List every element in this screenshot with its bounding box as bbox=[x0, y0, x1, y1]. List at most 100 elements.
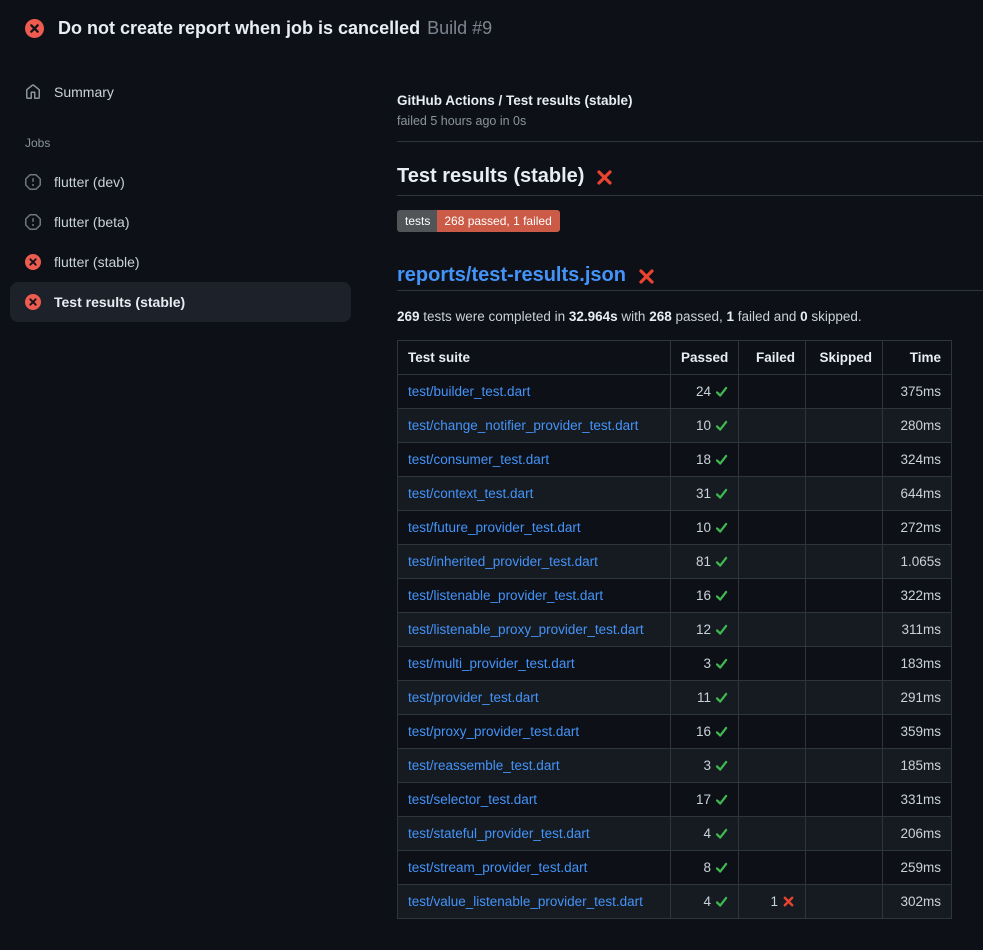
summary-number: 32.964s bbox=[569, 309, 618, 324]
sidebar-item-flutter-stable[interactable]: flutter (stable) bbox=[10, 242, 351, 282]
sidebar-item-label: flutter (stable) bbox=[54, 254, 140, 270]
test-summary-line: 269 tests were completed in 32.964s with… bbox=[397, 309, 983, 324]
skipped-cell bbox=[806, 409, 883, 443]
test-suite-link[interactable]: test/consumer_test.dart bbox=[408, 452, 549, 467]
jobs-list: flutter (dev)flutter (beta) flutter (stab… bbox=[10, 162, 351, 322]
section-title: Test results (stable) bbox=[397, 165, 983, 188]
stop-cancelled-icon bbox=[25, 214, 41, 230]
sidebar-item-flutter-beta[interactable]: flutter (beta) bbox=[10, 202, 351, 242]
test-suite-link[interactable]: test/listenable_proxy_provider_test.dart bbox=[408, 622, 644, 637]
test-suite-link[interactable]: test/listenable_provider_test.dart bbox=[408, 588, 603, 603]
time-cell: 206ms bbox=[883, 817, 952, 851]
tests-status-badge: tests 268 passed, 1 failed bbox=[397, 210, 560, 232]
test-suite-link[interactable]: test/future_provider_test.dart bbox=[408, 520, 581, 535]
failed-cell bbox=[739, 443, 806, 477]
test-suite-link[interactable]: test/provider_test.dart bbox=[408, 690, 539, 705]
failed-cell bbox=[739, 409, 806, 443]
passed-cell: 81 bbox=[671, 545, 739, 579]
x-circle-fail-icon bbox=[25, 294, 41, 310]
passed-cell: 3 bbox=[671, 749, 739, 783]
breadcrumb: GitHub Actions / Test results (stable) bbox=[397, 93, 983, 108]
time-cell: 322ms bbox=[883, 579, 952, 613]
passed-cell: 12 bbox=[671, 613, 739, 647]
skipped-cell bbox=[806, 885, 883, 919]
suite-cell: test/proxy_provider_test.dart bbox=[398, 715, 671, 749]
test-suite-link[interactable]: test/selector_test.dart bbox=[408, 792, 537, 807]
passed-cell: 16 bbox=[671, 715, 739, 749]
summary-text: failed and bbox=[734, 309, 800, 324]
passed-cell: 10 bbox=[671, 409, 739, 443]
passed-cell: 10 bbox=[671, 511, 739, 545]
test-suite-link[interactable]: test/multi_provider_test.dart bbox=[408, 656, 575, 671]
failed-cell bbox=[739, 715, 806, 749]
suite-cell: test/stateful_provider_test.dart bbox=[398, 817, 671, 851]
failed-cell bbox=[739, 749, 806, 783]
test-suite-link[interactable]: test/inherited_provider_test.dart bbox=[408, 554, 598, 569]
skipped-cell bbox=[806, 851, 883, 885]
table-row: test/inherited_provider_test.dart811.065… bbox=[398, 545, 952, 579]
table-row: test/multi_provider_test.dart3183ms bbox=[398, 647, 952, 681]
report-file-link[interactable]: reports/test-results.json bbox=[397, 264, 626, 287]
test-suite-link[interactable]: test/reassemble_test.dart bbox=[408, 758, 560, 773]
failed-cell bbox=[739, 579, 806, 613]
table-row: test/stateful_provider_test.dart4206ms bbox=[398, 817, 952, 851]
passed-cell: 18 bbox=[671, 443, 739, 477]
summary-number: 0 bbox=[800, 309, 808, 324]
time-cell: 375ms bbox=[883, 375, 952, 409]
time-cell: 311ms bbox=[883, 613, 952, 647]
skipped-cell bbox=[806, 783, 883, 817]
passed-cell: 31 bbox=[671, 477, 739, 511]
skipped-cell bbox=[806, 375, 883, 409]
failed-cell bbox=[739, 477, 806, 511]
sidebar-item-summary[interactable]: Summary bbox=[10, 72, 351, 112]
x-circle-fail-icon bbox=[25, 19, 44, 38]
skipped-cell bbox=[806, 647, 883, 681]
suite-cell: test/builder_test.dart bbox=[398, 375, 671, 409]
test-suite-link[interactable]: test/stream_provider_test.dart bbox=[408, 860, 587, 875]
divider bbox=[397, 290, 983, 291]
test-suite-link[interactable]: test/context_test.dart bbox=[408, 486, 533, 501]
failed-cell bbox=[739, 545, 806, 579]
table-row: test/reassemble_test.dart3185ms bbox=[398, 749, 952, 783]
suite-cell: test/consumer_test.dart bbox=[398, 443, 671, 477]
passed-cell: 16 bbox=[671, 579, 739, 613]
table-row: test/future_provider_test.dart10272ms bbox=[398, 511, 952, 545]
table-row: test/proxy_provider_test.dart 16 359ms bbox=[398, 715, 952, 749]
test-suite-link[interactable]: test/proxy_provider_test.dart bbox=[408, 724, 579, 739]
passed-cell: 17 bbox=[671, 783, 739, 817]
table-row: test/change_notifier_provider_test.dart 1… bbox=[398, 409, 952, 443]
sidebar-summary-label: Summary bbox=[54, 84, 114, 100]
summary-text: passed, bbox=[672, 309, 727, 324]
page-title: Do not create report when job is cancell… bbox=[58, 18, 420, 39]
failed-cell bbox=[739, 375, 806, 409]
test-suite-link[interactable]: test/builder_test.dart bbox=[408, 384, 530, 399]
skipped-cell bbox=[806, 545, 883, 579]
report-heading: reports/test-results.json bbox=[397, 264, 983, 287]
sidebar-item-flutter-dev[interactable]: flutter (dev) bbox=[10, 162, 351, 202]
failed-x-icon bbox=[595, 168, 614, 187]
suite-cell: test/reassemble_test.dart bbox=[398, 749, 671, 783]
passed-cell: 4 bbox=[671, 885, 739, 919]
skipped-cell bbox=[806, 579, 883, 613]
time-cell: 359ms bbox=[883, 715, 952, 749]
skipped-cell bbox=[806, 477, 883, 511]
suite-cell: test/context_test.dart bbox=[398, 477, 671, 511]
summary-number: 268 bbox=[649, 309, 672, 324]
test-suite-link[interactable]: test/change_notifier_provider_test.dart bbox=[408, 418, 638, 433]
test-suite-link[interactable]: test/value_listenable_provider_test.dart bbox=[408, 894, 643, 909]
time-cell: 259ms bbox=[883, 851, 952, 885]
suite-cell: test/provider_test.dart bbox=[398, 681, 671, 715]
test-suite-link[interactable]: test/stateful_provider_test.dart bbox=[408, 826, 590, 841]
failed-cell bbox=[739, 647, 806, 681]
failed-cell bbox=[739, 613, 806, 647]
failed-cell: 1 bbox=[739, 885, 806, 919]
suite-cell: test/future_provider_test.dart bbox=[398, 511, 671, 545]
skipped-cell bbox=[806, 817, 883, 851]
section-title-text: Test results (stable) bbox=[397, 165, 584, 188]
jobs-sidebar: Summary Jobs flutter (dev)flutter (beta)… bbox=[10, 56, 351, 322]
failed-cell bbox=[739, 681, 806, 715]
sidebar-item-test-results-stable[interactable]: Test results (stable) bbox=[10, 282, 351, 322]
suite-cell: test/inherited_provider_test.dart bbox=[398, 545, 671, 579]
suite-cell: test/change_notifier_provider_test.dart bbox=[398, 409, 671, 443]
table-row: test/provider_test.dart11291ms bbox=[398, 681, 952, 715]
